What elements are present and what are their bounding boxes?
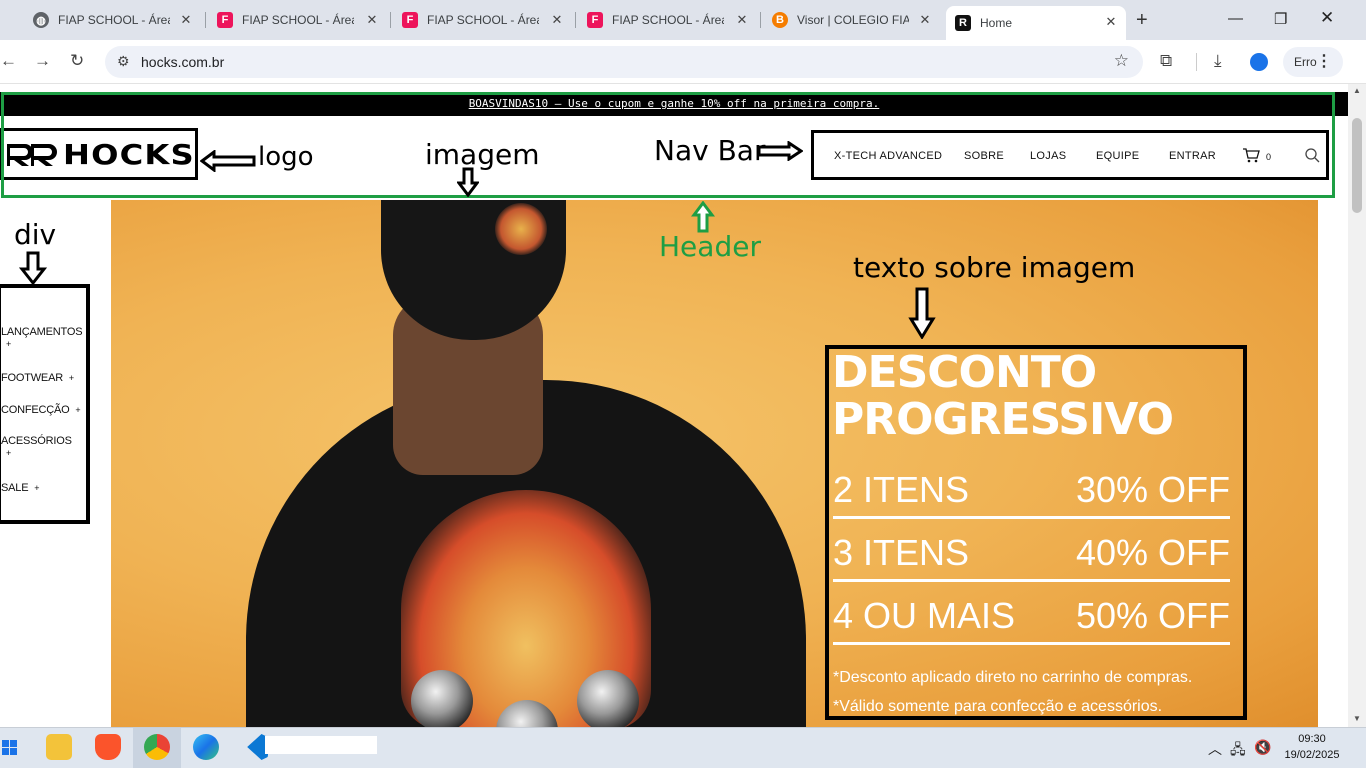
sidebar-item-label: SALE [1, 482, 29, 494]
chrome-icon[interactable] [144, 734, 170, 760]
eight-ball-icon [411, 670, 473, 727]
web-page: BOASVINDAS10 – Use o cupom e ganhe 10% o… [0, 84, 1366, 727]
tab-title: Home [980, 16, 1013, 30]
close-tab-icon[interactable]: ✕ [735, 12, 749, 28]
scroll-down-icon[interactable]: ▼ [1353, 714, 1361, 723]
windows-start-icon[interactable] [2, 740, 18, 756]
arrow-down-icon [19, 251, 47, 285]
globe-icon: ◍ [33, 12, 49, 28]
address-bar[interactable]: ⚙ hocks.com.br ☆ [105, 46, 1143, 78]
arrow-down-icon [908, 287, 936, 339]
download-icon[interactable]: ⤓ [1214, 51, 1222, 71]
menu-dots-icon[interactable]: ⋮ [1316, 51, 1332, 71]
annotation-texto-sobre-imagem: texto sobre imagem [853, 251, 1136, 284]
brave-icon[interactable] [95, 734, 121, 760]
plus-icon: + [75, 405, 81, 415]
annotation-imagem: imagem [425, 138, 540, 171]
close-tab-icon[interactable]: ✕ [365, 12, 379, 28]
plus-icon: + [34, 483, 40, 493]
tab-separator [205, 12, 206, 28]
sidebar-item-lancamentos[interactable]: LANÇAMENTOS + [1, 326, 83, 350]
browser-tab-active[interactable]: R Home ✕ [946, 6, 1126, 40]
site-info-icon[interactable]: ⚙ [117, 53, 130, 70]
annotation-logo: logo [258, 142, 314, 172]
restore-icon[interactable]: ❐ [1274, 10, 1287, 28]
sidebar-item-confeccao[interactable]: CONFECÇÃO + [1, 404, 81, 416]
browser-tab-strip: ◍ FIAP SCHOOL - Área d ✕ F FIAP SCHOOL -… [0, 0, 1366, 40]
profile-avatar-icon[interactable] [1250, 53, 1268, 71]
fiap-icon: F [217, 12, 233, 28]
scrollbar-thumb[interactable] [1352, 118, 1362, 213]
tab-title: FIAP SCHOOL - Área d [58, 13, 170, 27]
page-scrollbar[interactable]: ▲ ▼ [1348, 84, 1366, 727]
fiap-icon: F [402, 12, 418, 28]
profile-error-button[interactable]: Erro ⋮ [1283, 47, 1343, 77]
file-explorer-icon[interactable] [46, 734, 72, 760]
back-icon[interactable]: ← [0, 51, 17, 71]
redacted-block [265, 736, 377, 754]
close-tab-icon[interactable]: ✕ [179, 12, 193, 28]
sidebar-item-acessorios[interactable]: ACESSÓRIOS + [1, 435, 72, 459]
volume-muted-icon[interactable]: 🔇 [1254, 739, 1271, 756]
arrow-right-icon [757, 141, 803, 161]
annotation-navbar: Nav Bar [654, 134, 766, 167]
hocks-icon: R [955, 15, 971, 31]
eight-ball-icon [577, 670, 639, 727]
sidebar-item-label: LANÇAMENTOS [1, 326, 83, 338]
scroll-up-icon[interactable]: ▲ [1353, 86, 1361, 95]
forward-icon[interactable]: → [34, 51, 51, 71]
clock-date: 19/02/2025 [1284, 749, 1340, 761]
sidebar-menu: LANÇAMENTOS + FOOTWEAR + CONFECÇÃO + ACES… [0, 284, 90, 524]
sidebar-item-label: FOOTWEAR [1, 372, 63, 384]
sidebar-item-sale[interactable]: SALE + [1, 482, 39, 494]
profile-error-label: Erro [1294, 55, 1317, 69]
tab-title: FIAP SCHOOL - Área d [427, 13, 539, 27]
arrow-up-icon [691, 201, 715, 233]
tab-title: FIAP SCHOOL - Área d [242, 13, 354, 27]
promo-text-outline [825, 345, 1247, 720]
browser-toolbar: ← → ↻ ⚙ hocks.com.br ☆ ⧉ ⤓ Erro ⋮ [0, 40, 1366, 84]
url-text[interactable]: hocks.com.br [141, 54, 224, 70]
plus-icon: + [68, 373, 74, 383]
tab-title: FIAP SCHOOL - Área d [612, 13, 724, 27]
reload-icon[interactable]: ↻ [70, 51, 84, 71]
close-tab-icon[interactable]: ✕ [550, 12, 564, 28]
browser-tab[interactable]: ◍ FIAP SCHOOL - Área d ✕ [33, 7, 193, 33]
blogger-icon: B [772, 12, 788, 28]
plus-icon: + [6, 339, 12, 349]
sidebar-item-footwear[interactable]: FOOTWEAR + [1, 372, 74, 384]
minimize-icon[interactable]: — [1228, 10, 1243, 27]
edge-icon[interactable] [193, 734, 219, 760]
plus-icon: + [6, 448, 12, 458]
annotation-header: Header [659, 230, 761, 263]
system-clock[interactable]: 09:30 19/02/2025 [1282, 731, 1342, 763]
browser-tab[interactable]: F FIAP SCHOOL - Área d ✕ [402, 7, 564, 33]
tab-title: Visor | COLEGIO FIAP [797, 13, 909, 27]
sidebar-item-label: ACESSÓRIOS [1, 435, 72, 447]
close-window-icon[interactable]: ✕ [1320, 8, 1334, 28]
arrow-left-icon [200, 150, 256, 172]
browser-tab[interactable]: B Visor | COLEGIO FIAP ✕ [772, 7, 932, 33]
browser-tab[interactable]: F FIAP SCHOOL - Área d ✕ [587, 7, 749, 33]
clock-time: 09:30 [1298, 733, 1326, 745]
tray-chevron-icon[interactable]: ︿ [1208, 739, 1222, 759]
bookmark-star-icon[interactable]: ☆ [1114, 51, 1129, 71]
cap-logo-icon [495, 203, 547, 255]
annotation-div: div [14, 218, 57, 251]
tab-separator [390, 12, 391, 28]
new-tab-icon[interactable]: + [1136, 9, 1148, 32]
windows-taskbar: ︿ 🖧 🔇 09:30 19/02/2025 [0, 727, 1366, 768]
network-icon[interactable]: 🖧 [1230, 739, 1246, 763]
sidebar-item-label: CONFECÇÃO [1, 404, 70, 416]
browser-tab[interactable]: F FIAP SCHOOL - Área d ✕ [217, 7, 379, 33]
tab-separator [760, 12, 761, 28]
close-tab-icon[interactable]: ✕ [918, 12, 932, 28]
arrow-down-icon [457, 167, 479, 197]
fiap-icon: F [587, 12, 603, 28]
close-tab-icon[interactable]: ✕ [1104, 14, 1118, 30]
toolbar-divider [1196, 53, 1197, 71]
extensions-icon[interactable]: ⧉ [1160, 51, 1172, 71]
tab-separator [575, 12, 576, 28]
